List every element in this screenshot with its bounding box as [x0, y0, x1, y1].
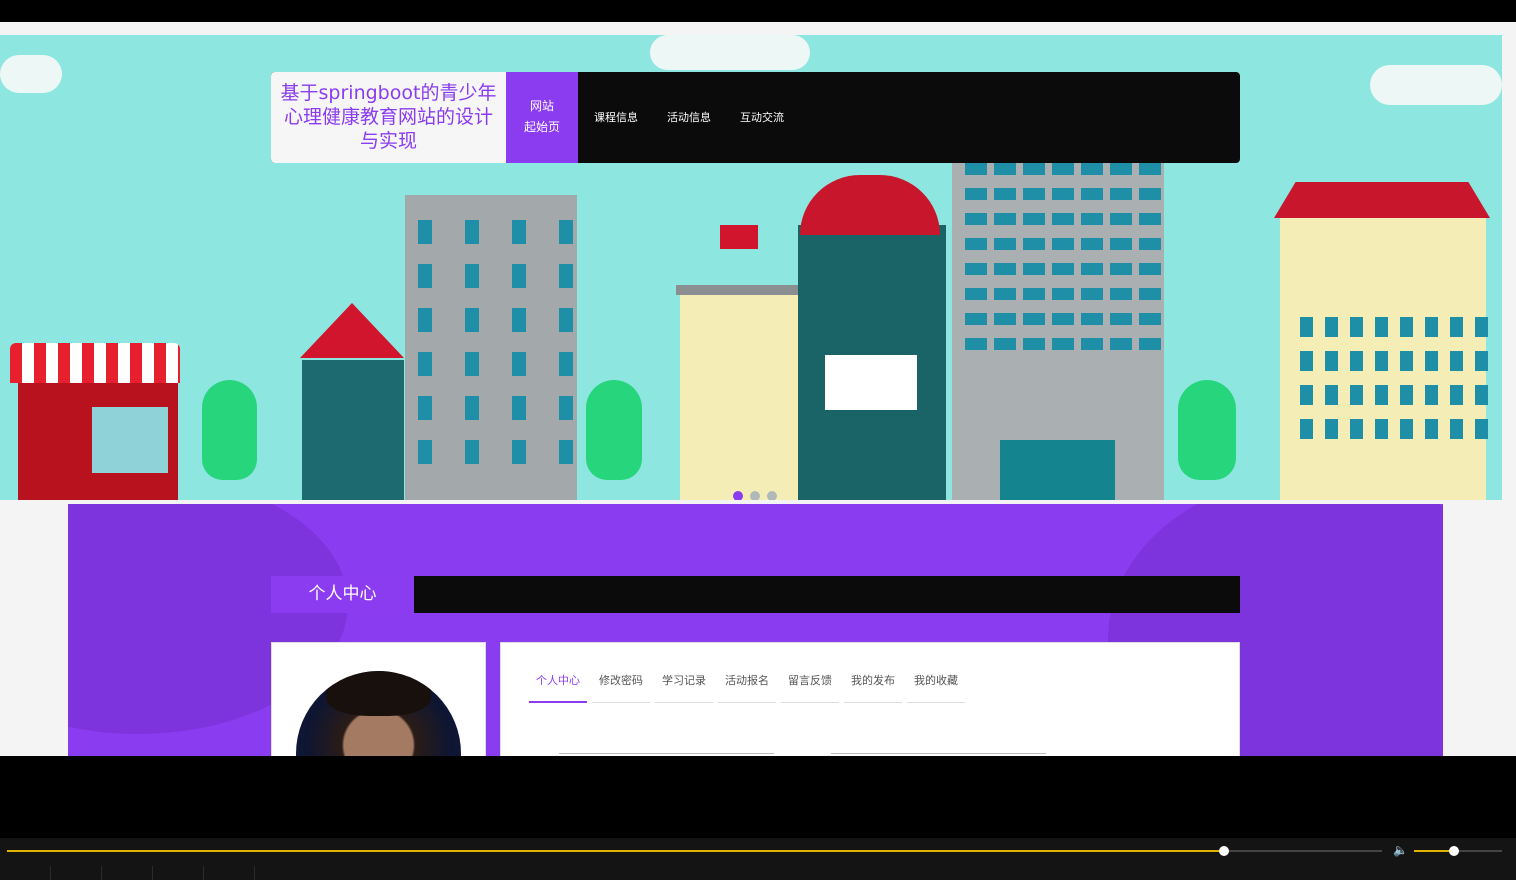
- home-label-line1: 网站: [529, 99, 554, 113]
- avatar[interactable]: [296, 671, 461, 756]
- user-tabs-card: 个人中心 修改密码 学习记录 活动报名 留言反馈 我的发布 我的收藏: [500, 642, 1240, 756]
- centre-banner: [825, 355, 917, 410]
- nav-item-courses[interactable]: 课程信息: [594, 109, 638, 125]
- home-nav-button[interactable]: 网站 起始页: [506, 72, 578, 163]
- carousel-indicators: [733, 491, 777, 500]
- tab-my-posts[interactable]: 我的发布: [844, 668, 902, 703]
- tall-tower-windows: [965, 163, 1161, 350]
- seek-bar-fill: [7, 850, 1224, 852]
- video-frame: 基于springboot的青少年心理健康教育网站的设计与实现 网站 起始页 课程…: [0, 0, 1516, 880]
- seek-knob[interactable]: [1218, 846, 1229, 856]
- form-field-top: [559, 753, 774, 754]
- form-field-top: [831, 753, 1046, 754]
- user-tabs: 个人中心 修改密码 学习记录 活动报名 留言反馈 我的发布 我的收藏: [529, 668, 965, 703]
- tree: [202, 380, 257, 480]
- cream-building-roof: [676, 285, 802, 295]
- nav-item-interaction[interactable]: 互动交流: [740, 109, 784, 125]
- right-building-windows: [1300, 317, 1488, 439]
- shop-window: [92, 407, 168, 473]
- tab-my-favorites[interactable]: 我的收藏: [907, 668, 965, 703]
- flag: [720, 225, 758, 249]
- right-building-roof: [1274, 182, 1490, 218]
- site-title[interactable]: 基于springboot的青少年心理健康教育网站的设计与实现: [271, 72, 506, 163]
- volume-icon[interactable]: 🔈: [1393, 843, 1408, 857]
- tab-feedback[interactable]: 留言反馈: [781, 668, 839, 703]
- cloud: [0, 55, 62, 93]
- carousel-dot[interactable]: [767, 491, 777, 500]
- section-header: 个人中心: [271, 576, 1240, 613]
- carousel-dot[interactable]: [733, 491, 743, 500]
- section-title: 个人中心: [271, 576, 414, 613]
- home-label-line2: 起始页: [523, 120, 560, 134]
- tab-learning-records[interactable]: 学习记录: [655, 668, 713, 703]
- tree: [1178, 380, 1236, 480]
- web-page: 基于springboot的青少年心理健康教育网站的设计与实现 网站 起始页 课程…: [0, 22, 1516, 756]
- teal-house-roof: [300, 303, 404, 358]
- centre-dome: [800, 175, 940, 235]
- personal-center-section: 个人中心 个人中心 修改密码 学习记录 活动报名 留言反馈 我的发布 我的收藏: [68, 504, 1443, 756]
- tree: [586, 380, 642, 480]
- teal-house: [302, 360, 404, 500]
- shop-awning: [10, 343, 180, 383]
- site-header: 基于springboot的青少年心理健康教育网站的设计与实现 网站 起始页 课程…: [271, 72, 1240, 163]
- avatar-card: [271, 642, 486, 756]
- carousel-dot[interactable]: [750, 491, 760, 500]
- nav-item-activities[interactable]: 活动信息: [667, 109, 711, 125]
- cloud: [650, 35, 810, 70]
- cream-building: [680, 290, 798, 500]
- volume-fill: [1414, 850, 1454, 852]
- tab-activity-signup[interactable]: 活动报名: [718, 668, 776, 703]
- volume-knob[interactable]: [1448, 846, 1459, 856]
- player-bottom-bar: [0, 866, 1516, 880]
- main-nav: 课程信息 活动信息 互动交流: [594, 109, 784, 125]
- cloud: [1370, 65, 1502, 105]
- grey-tower-windows: [418, 220, 573, 464]
- player-controls: 🔈: [0, 838, 1516, 880]
- tab-change-password[interactable]: 修改密码: [592, 668, 650, 703]
- section-title-bar: [414, 576, 1240, 613]
- tab-personal-center[interactable]: 个人中心: [529, 668, 587, 703]
- tower-entrance: [1000, 440, 1115, 500]
- volume-slider[interactable]: [1414, 846, 1502, 856]
- seek-bar[interactable]: [7, 846, 1382, 856]
